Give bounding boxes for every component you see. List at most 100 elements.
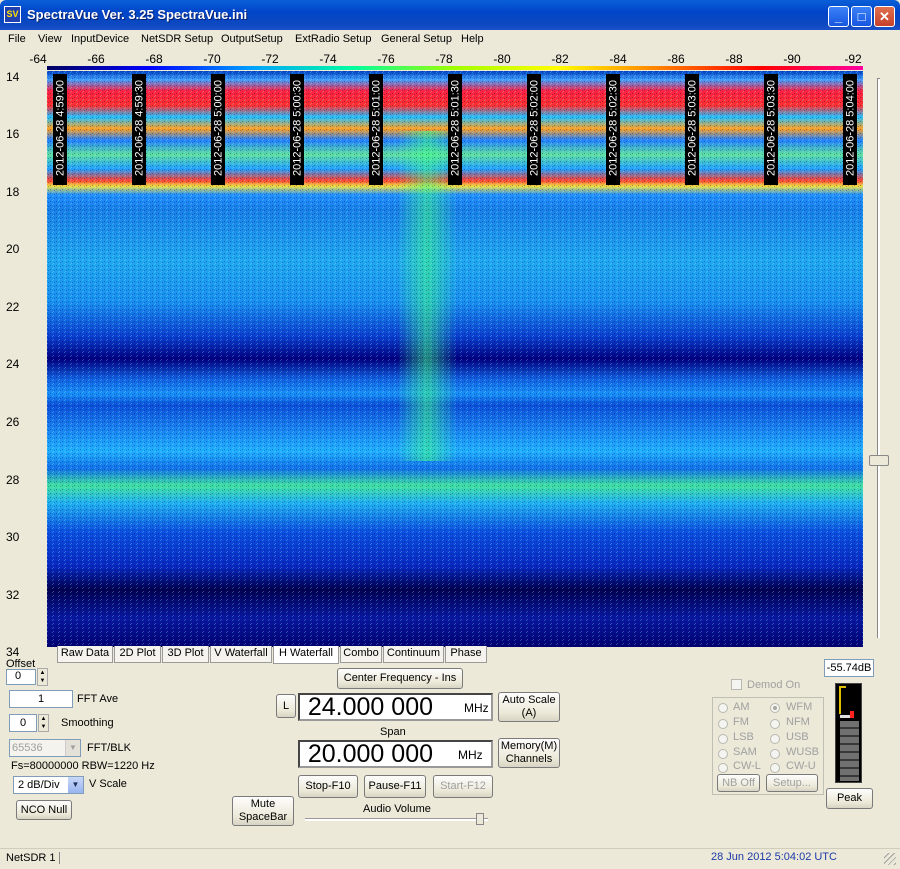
window-title: SpectraVue Ver. 3.25 SpectraVue.ini	[27, 7, 248, 22]
radio-sam-label: SAM	[733, 746, 757, 758]
menu-extradio-setup[interactable]: ExtRadio Setup	[295, 33, 371, 45]
start-button: Start-F12	[433, 775, 493, 798]
status-datetime: 28 Jun 2012 5:04:02 UTC	[711, 851, 837, 863]
timestamp-label: 2012-06-28 5:03:00	[685, 74, 699, 185]
vscale-dropdown-icon[interactable]: ▼	[68, 777, 83, 793]
y-tick: 34	[6, 645, 20, 659]
y-tick: 16	[6, 127, 20, 141]
x-tick: -76	[377, 52, 395, 66]
tab-v-waterfall[interactable]: V Waterfall	[210, 646, 272, 663]
menu-inputdevice[interactable]: InputDevice	[71, 33, 129, 45]
minimize-button[interactable]: _	[828, 6, 849, 27]
tab-combo[interactable]: Combo	[340, 646, 382, 663]
menu-general-setup[interactable]: General Setup	[381, 33, 452, 45]
meter-peak-marker	[850, 711, 854, 718]
tab-3d-plot[interactable]: 3D Plot	[162, 646, 209, 663]
stop-button[interactable]: Stop-F10	[298, 775, 358, 798]
reference-level-slider-track[interactable]	[877, 78, 880, 638]
x-tick: -66	[87, 52, 105, 66]
tab-phase[interactable]: Phase	[445, 646, 487, 663]
peak-button[interactable]: Peak	[826, 788, 873, 809]
menu-outputsetup[interactable]: OutputSetup	[221, 33, 283, 45]
meter-scale	[839, 686, 846, 714]
x-tick: -72	[261, 52, 279, 66]
radio-wfm-label: WFM	[786, 701, 813, 713]
menu-netsdr-setup[interactable]: NetSDR Setup	[141, 33, 213, 45]
radio-usb	[770, 734, 780, 744]
radio-nfm	[770, 719, 780, 729]
resize-grip-icon[interactable]	[884, 853, 896, 865]
vscale-label: V Scale	[89, 778, 127, 790]
menu-view[interactable]: View	[38, 33, 62, 45]
close-button[interactable]: ✕	[874, 6, 895, 27]
x-tick: -78	[435, 52, 453, 66]
audio-volume-track[interactable]	[305, 818, 488, 821]
timestamp-label: 2012-06-28 5:00:30	[290, 74, 304, 185]
y-tick: 14	[6, 70, 20, 84]
memory-channels-button[interactable]: Memory(M) Channels	[498, 738, 560, 768]
span-label: Span	[380, 726, 406, 738]
app-icon[interactable]: SV	[4, 6, 21, 23]
x-tick: -92	[844, 52, 862, 66]
y-tick: 30	[6, 530, 20, 544]
radio-am-label: AM	[733, 701, 750, 713]
radio-fm-label: FM	[733, 716, 749, 728]
radio-usb-label: USB	[786, 731, 809, 743]
mute-button[interactable]: Mute SpaceBar	[232, 796, 294, 826]
tab-continuum[interactable]: Continuum	[383, 646, 444, 663]
auto-scale-button[interactable]: Auto Scale (A)	[498, 692, 560, 722]
reference-level-slider-thumb[interactable]	[869, 455, 889, 466]
nco-null-button[interactable]: NCO Null	[16, 800, 72, 820]
level-readout: -55.74dB	[824, 659, 874, 677]
tab-2d-plot[interactable]: 2D Plot	[114, 646, 161, 663]
menu-help[interactable]: Help	[461, 33, 484, 45]
x-tick: -82	[551, 52, 569, 66]
y-tick: 32	[6, 588, 20, 602]
radio-cw-u	[770, 763, 780, 773]
x-tick: -70	[203, 52, 221, 66]
maximize-button[interactable]: □	[851, 6, 872, 27]
center-frequency-button[interactable]: Center Frequency - Ins	[337, 668, 463, 689]
y-tick: 22	[6, 300, 20, 314]
offset-spinner[interactable]: ▲ ▼	[37, 668, 48, 686]
tab-raw-data[interactable]: Raw Data	[57, 646, 113, 663]
fft-ave-label: FFT Ave	[77, 693, 119, 705]
y-tick: 18	[6, 185, 20, 199]
status-device: NetSDR 1	[6, 852, 56, 864]
x-tick: -64	[29, 52, 47, 66]
timestamp-label: 2012-06-28 5:04:00	[843, 74, 857, 185]
color-scale-bar	[47, 66, 863, 70]
radio-nfm-label: NFM	[786, 716, 810, 728]
fft-blk-dropdown-icon[interactable]: ▼	[65, 740, 80, 756]
center-frequency-unit: MHz	[464, 701, 489, 715]
audio-volume-thumb[interactable]	[476, 813, 484, 825]
x-tick: -68	[145, 52, 163, 66]
offset-input[interactable]: 0	[6, 669, 36, 685]
timestamp-label: 2012-06-28 5:03:30	[764, 74, 778, 185]
signal-level-meter	[835, 683, 862, 783]
menu-file[interactable]: File	[8, 33, 26, 45]
l-button[interactable]: L	[276, 694, 296, 718]
radio-wusb	[770, 749, 780, 759]
radio-wusb-label: WUSB	[786, 746, 819, 758]
timestamp-label: 2012-06-28 4:59:00	[53, 74, 67, 185]
waterfall-display[interactable]: 2012-06-28 4:59:00 2012-06-28 4:59:30 20…	[47, 71, 863, 647]
radio-lsb-label: LSB	[733, 731, 754, 743]
status-divider	[59, 852, 60, 864]
demod-on-label: Demod On	[747, 679, 801, 691]
x-tick: -86	[667, 52, 685, 66]
fft-blk-label: FFT/BLK	[87, 742, 132, 754]
smoothing-input[interactable]: 0	[9, 714, 37, 732]
tab-h-waterfall[interactable]: H Waterfall	[273, 646, 339, 664]
smoothing-spinner[interactable]: ▲ ▼	[38, 714, 49, 732]
fs-rbw-info: Fs=80000000 RBW=1220 Hz	[11, 760, 155, 772]
audio-volume-label: Audio Volume	[363, 803, 431, 815]
timestamp-label: 2012-06-28 5:01:30	[448, 74, 462, 185]
radio-fm	[718, 719, 728, 729]
pause-button[interactable]: Pause-F11	[364, 775, 426, 798]
fft-ave-input[interactable]: 1	[9, 690, 73, 708]
smoothing-label: Smoothing	[61, 717, 114, 729]
meter-needle	[840, 715, 850, 718]
radio-lsb	[718, 734, 728, 744]
meter-bars	[840, 721, 859, 781]
